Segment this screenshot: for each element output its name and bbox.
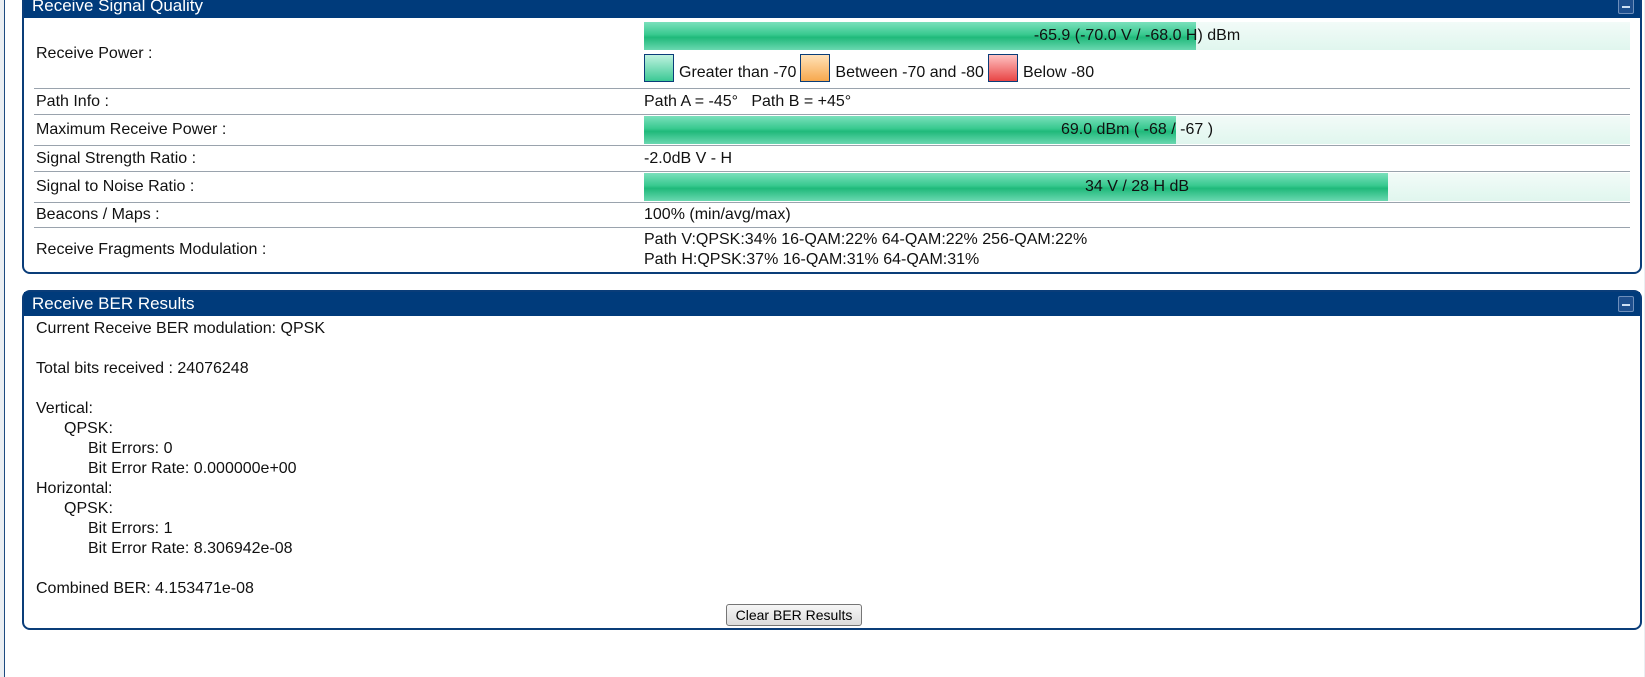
ber-vertical-rate: Bit Error Rate: 0.000000e+00 <box>88 460 297 477</box>
ber-current-modulation: Current Receive BER modulation: QPSK <box>36 320 326 337</box>
legend-red-label: Below -80 <box>1022 64 1095 81</box>
ber-results-header: Receive BER Results <box>24 292 1640 316</box>
ber-horizontal-errors: Bit Errors: 1 <box>88 520 173 537</box>
ber-vertical-errors: Bit Errors: 0 <box>88 440 173 457</box>
snr-value: 34 V / 28 H dB <box>1084 178 1190 195</box>
receive-power-value: -65.9 (-70.0 V / -68.0 H) dBm <box>1033 27 1241 44</box>
path-info-label: Path Info : <box>36 92 109 110</box>
max-receive-power-value: 69.0 dBm ( -68 / -67 ) <box>1060 121 1214 138</box>
fragments-value: Path V:QPSK:34% 16-QAM:22% 64-QAM:22% 25… <box>644 228 1630 272</box>
path-info-row: Path Info : Path A = -45° Path B = +45° <box>34 89 1630 115</box>
legend-orange-label: Between -70 and -80 <box>835 64 984 81</box>
signal-quality-panel: Receive Signal Quality Receive Power : -… <box>22 0 1642 274</box>
signal-strength-ratio-row: Signal Strength Ratio : -2.0dB V - H <box>34 146 1630 172</box>
ber-horizontal-modulation: QPSK: <box>64 500 113 517</box>
signal-quality-header: Receive Signal Quality <box>24 0 1640 18</box>
path-info-value: Path A = -45° Path B = +45° <box>644 92 852 110</box>
fragments-path-v: Path V:QPSK:34% 16-QAM:22% 64-QAM:22% 25… <box>644 231 1088 248</box>
collapse-icon[interactable] <box>1618 0 1634 14</box>
snr-label: Signal to Noise Ratio : <box>36 178 195 195</box>
signal-strength-ratio-value: -2.0dB V - H <box>644 149 733 167</box>
legend-red-swatch <box>987 54 1018 82</box>
receive-power-bar: -65.9 (-70.0 V / -68.0 H) dBm <box>644 22 1630 50</box>
ber-vertical-modulation: QPSK: <box>64 420 113 437</box>
fragments-label: Receive Fragments Modulation : <box>36 241 267 258</box>
receive-power-row: Receive Power : -65.9 (-70.0 V / -68.0 H… <box>34 20 1630 89</box>
beacons-value: 100% (min/avg/max) <box>644 206 791 223</box>
max-receive-power-bar: 69.0 dBm ( -68 / -67 ) <box>644 116 1630 144</box>
fragments-path-h: Path H:QPSK:37% 16-QAM:31% 64-QAM:31% <box>644 251 980 268</box>
receive-power-label: Receive Power : <box>36 45 153 62</box>
legend-green-label: Greater than -70 <box>679 64 797 81</box>
ber-combined: Combined BER: 4.153471e-08 <box>36 580 254 597</box>
fragments-row: Receive Fragments Modulation : Path V:QP… <box>34 228 1630 272</box>
snr-bar: 34 V / 28 H dB <box>644 173 1630 201</box>
ber-results-panel: Receive BER Results Current Receive BER … <box>22 290 1642 630</box>
max-receive-power-row: Maximum Receive Power : 69.0 dBm ( -68 /… <box>34 115 1630 146</box>
ber-results-title: Receive BER Results <box>32 294 195 313</box>
ber-total-bits: Total bits received : 24076248 <box>36 360 249 377</box>
legend-green-swatch <box>644 54 674 82</box>
ber-horizontal-label: Horizontal: <box>36 480 113 497</box>
beacons-label: Beacons / Maps : <box>36 206 160 223</box>
beacons-row: Beacons / Maps : 100% (min/avg/max) <box>34 203 1630 228</box>
signal-quality-title: Receive Signal Quality <box>32 0 204 15</box>
receive-power-legend: Greater than -70 Between -70 and -80 Bel… <box>644 52 1098 82</box>
legend-orange-swatch <box>800 54 831 82</box>
clear-ber-results-button[interactable]: Clear BER Results <box>726 604 862 626</box>
snr-row: Signal to Noise Ratio : 34 V / 28 H dB <box>34 172 1630 203</box>
collapse-icon[interactable] <box>1618 296 1634 312</box>
ber-vertical-label: Vertical: <box>36 400 93 417</box>
signal-strength-ratio-label: Signal Strength Ratio : <box>36 149 197 167</box>
ber-horizontal-rate: Bit Error Rate: 8.306942e-08 <box>88 540 293 557</box>
max-receive-power-label: Maximum Receive Power : <box>36 121 227 138</box>
